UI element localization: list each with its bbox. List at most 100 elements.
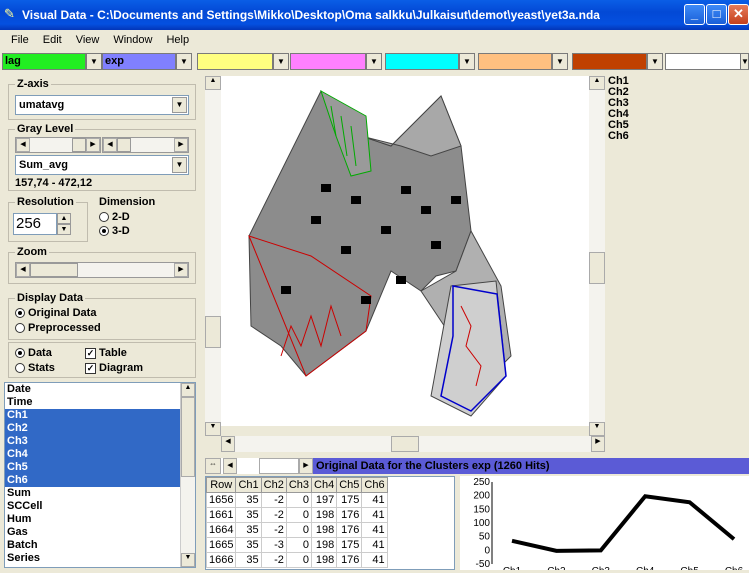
cluster-dropdown-6[interactable]: ▼ [552,53,568,70]
table-cell: 41 [361,552,388,568]
gray-range: 157,74 - 472,12 [15,177,93,189]
table-header[interactable]: Ch1 [235,477,262,493]
gray-level-select[interactable]: Sum_avg ▼ [15,155,189,175]
table-row[interactable]: 1664 35 -2 0 198 176 41 [206,522,388,538]
cluster-dropdown-3[interactable]: ▼ [273,53,289,70]
cluster-box-4[interactable] [290,53,366,70]
menu-bar: File Edit View Window Help [0,30,749,49]
table-header[interactable]: Ch4 [311,477,338,493]
plot-right-scrollbar[interactable]: ▲ ▼ [589,76,605,436]
variable-item[interactable]: Series [5,552,181,565]
variable-item[interactable]: Time [5,396,181,409]
scroll-down-icon[interactable]: ▼ [181,553,195,567]
cluster-dropdown-1[interactable]: ▼ [86,53,102,70]
table-cell: 1664 [206,522,237,538]
maximize-button[interactable]: □ [706,4,727,25]
scroll-thumb[interactable] [181,397,195,477]
dim-3d-radio[interactable]: 3-D [99,225,130,237]
data-radio[interactable]: Data [15,347,52,359]
gray-max-slider[interactable]: ◀ ▶ [102,137,189,153]
dimension-title: Dimension [97,196,158,208]
variable-item[interactable]: Date [5,383,181,396]
menu-view[interactable]: View [69,34,107,46]
x-tick-label: Ch3 [592,566,611,570]
stats-radio[interactable]: Stats [15,362,55,374]
table-header[interactable]: Ch2 [260,477,287,493]
preprocessed-radio[interactable]: Preprocessed [15,322,101,334]
table-cell: 35 [235,537,262,553]
dim-2d-radio[interactable]: 2-D [99,211,130,223]
data-table[interactable]: Row Ch1 Ch2 Ch3 Ch4 Ch5 Ch6 1656 35 -2 0 197 175 41 16… [205,476,455,570]
table-checkbox[interactable]: ✓ Table [85,347,127,359]
menu-edit[interactable]: Edit [36,34,69,46]
x-tick-label: Ch2 [547,566,566,570]
variable-list[interactable]: Date Time Ch1 Ch2 Ch3 Ch4 Ch5 Ch6 Sum SCCell Hum Ga… [4,382,196,568]
cluster-box-7[interactable] [572,53,647,70]
table-row[interactable]: 1665 35 -3 0 198 175 41 [206,537,388,553]
original-data-radio[interactable]: Original Data [15,307,96,319]
table-header[interactable]: Ch6 [361,477,388,493]
variable-item[interactable]: SCCell [5,500,181,513]
cluster-box-8[interactable] [665,53,741,70]
table-cell: 0 [285,537,313,553]
cluster-box-6[interactable] [478,53,552,70]
variable-item[interactable]: Hum [5,513,181,526]
cluster-box-2[interactable]: exp [102,53,176,70]
diagram-checkbox[interactable]: ✓ Diagram [85,362,143,374]
variable-item[interactable]: Ch2 [5,422,181,435]
record-slider[interactable] [259,458,299,474]
variable-item[interactable]: Sum [5,487,181,500]
cluster-dropdown-2[interactable]: ▼ [176,53,192,70]
plot-left-scrollbar[interactable]: ▲ ▼ [205,76,221,436]
resolution-up-button[interactable]: ▲ [57,213,71,224]
table-cell: 41 [361,537,388,553]
variable-item[interactable]: Gas [5,526,181,539]
table-row[interactable]: 1656 35 -2 0 197 175 41 [206,492,388,508]
record-prev-button[interactable]: ◀ [223,458,237,474]
3d-surface-plot[interactable] [221,76,589,426]
navigator-icon[interactable]: ⇔ [205,458,221,474]
zaxis-select[interactable]: umatavg ▼ [15,95,189,115]
variable-list-scrollbar[interactable]: ▲ ▼ [180,383,195,567]
chevron-down-icon: ▼ [172,97,187,113]
zaxis-group: Z-axis umatavg ▼ [8,78,196,120]
cluster-dropdown-4[interactable]: ▼ [366,53,382,70]
dimension-group: Dimension 2-D 3-D [94,196,196,242]
title-bar: Visual Data - C:\Documents and Settings\… [0,0,749,30]
gray-level-group: Gray Level ◀ ▶ ◀ ▶ Sum_avg ▼ 157,74 - 472… [8,123,196,191]
cluster-dropdown-8[interactable]: ▼ [740,53,749,70]
table-header[interactable]: Ch5 [336,477,363,493]
cluster-dropdown-5[interactable]: ▼ [459,53,475,70]
variable-item[interactable]: Ch1 [5,409,181,422]
resolution-down-button[interactable]: ▼ [57,224,71,235]
variable-item[interactable]: Ch4 [5,448,181,461]
resolution-group: Resolution 256 ▲ ▼ [8,196,88,242]
variable-item[interactable]: Ch3 [5,435,181,448]
cluster-dropdown-7[interactable]: ▼ [647,53,663,70]
close-button[interactable]: ✕ [728,4,749,25]
cluster-box-1[interactable]: lag [2,53,86,70]
gray-min-slider[interactable]: ◀ ▶ [15,137,101,153]
table-header[interactable]: Row [206,477,237,493]
resolution-input[interactable]: 256 [13,213,57,235]
table-cell: 35 [235,552,262,568]
variable-item[interactable]: Ch6 [5,474,181,487]
scroll-up-icon[interactable]: ▲ [181,383,195,397]
variable-item[interactable]: Batch [5,539,181,552]
menu-window[interactable]: Window [106,34,159,46]
plot-horizontal-scrollbar[interactable]: ◀ ▶ [221,436,605,452]
table-row[interactable]: 1661 35 -2 0 198 176 41 [206,507,388,523]
cluster-box-3[interactable] [197,53,273,70]
table-cell: -2 [260,552,287,568]
minimize-button[interactable]: _ [684,4,705,25]
menu-file[interactable]: File [4,34,36,46]
cluster-data-title: Original Data for the Clusters exp (1260… [313,458,749,474]
variable-item[interactable]: Ch5 [5,461,181,474]
cluster-box-5[interactable] [385,53,459,70]
table-header[interactable]: Ch3 [285,477,313,493]
zoom-slider[interactable]: ◀ ▶ [15,262,189,278]
table-cell: -2 [260,507,287,523]
record-next-button[interactable]: ▶ [299,458,313,474]
menu-help[interactable]: Help [159,34,196,46]
table-row[interactable]: 1666 35 -2 0 198 176 41 [206,552,388,568]
